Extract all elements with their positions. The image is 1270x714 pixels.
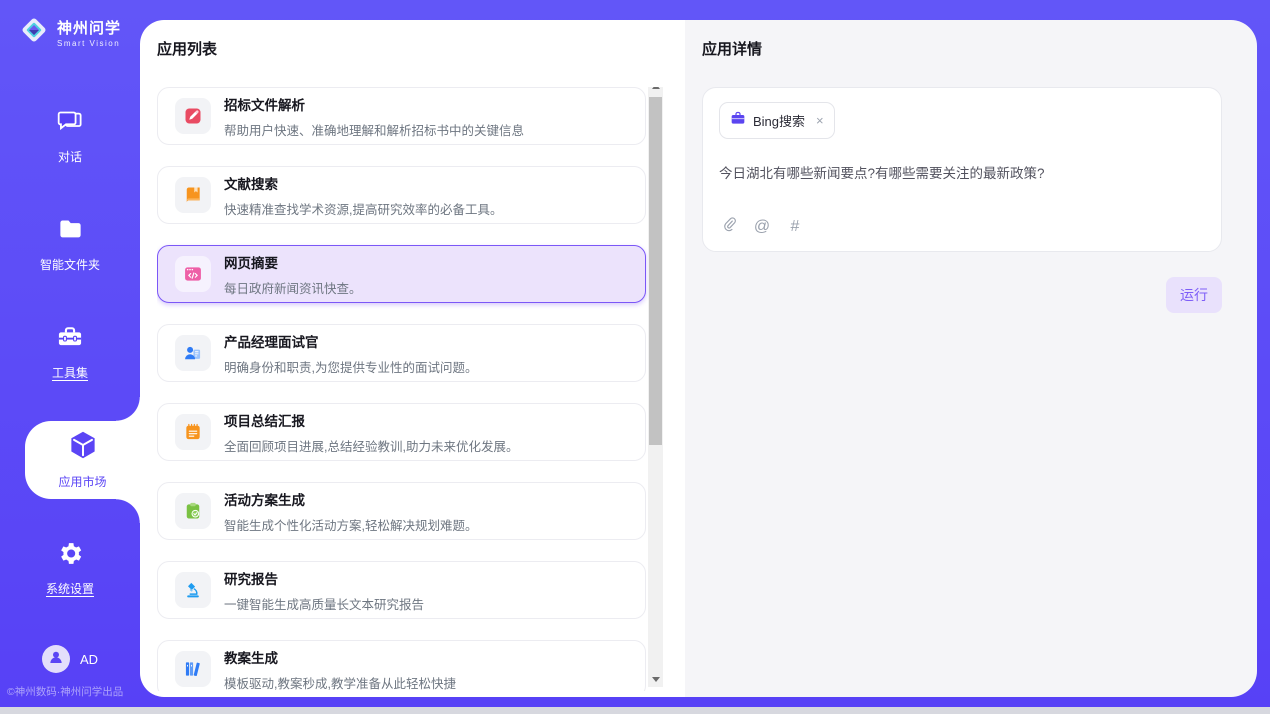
brand-name: 神州问学 xyxy=(57,17,121,38)
scrollbar-thumb[interactable] xyxy=(649,97,662,445)
diamond-logo-icon xyxy=(18,14,50,51)
avatar xyxy=(42,645,70,673)
scrollbar-down-arrow-icon[interactable] xyxy=(648,672,663,687)
app-card-research-report[interactable]: 研究报告 一键智能生成高质量长文本研究报告 xyxy=(157,561,646,619)
sidebar: 神州问学 Smart Vision 对话 xyxy=(0,0,140,707)
scrollbar-up-arrow-icon[interactable] xyxy=(648,87,663,94)
browser-code-icon xyxy=(175,256,211,292)
app-name: 教案生成 xyxy=(224,647,456,667)
app-card-bid-document-analysis[interactable]: 招标文件解析 帮助用户快速、准确地理解和解析招标书中的关键信息 xyxy=(157,87,646,145)
folder-icon xyxy=(57,216,84,248)
sidebar-item-toolkit[interactable]: 工具集 xyxy=(0,313,140,391)
toolbox-icon xyxy=(56,323,84,356)
app-list-title: 应用列表 xyxy=(157,38,685,59)
list-scrollbar[interactable] xyxy=(648,87,663,687)
app-name: 项目总结汇报 xyxy=(224,410,518,430)
sidebar-item-label: 工具集 xyxy=(52,364,88,381)
app-list-viewport: 招标文件解析 帮助用户快速、准确地理解和解析招标书中的关键信息 xyxy=(157,87,663,691)
tool-tag-bing-search[interactable]: Bing搜索 × xyxy=(719,102,835,139)
main-content: 应用列表 招标文件解析 帮助用户快速、准确地理 xyxy=(140,20,1257,697)
sidebar-item-label: 系统设置 xyxy=(46,580,94,597)
notepad-icon xyxy=(175,414,211,450)
app-description: 明确身份和职责,为您提供专业性的面试问题。 xyxy=(224,357,477,376)
app-detail-title: 应用详情 xyxy=(702,38,1222,59)
app-list-panel: 应用列表 招标文件解析 帮助用户快速、准确地理 xyxy=(140,20,685,697)
book-icon xyxy=(175,177,211,213)
sidebar-item-chat[interactable]: 对话 xyxy=(0,97,140,175)
sidebar-nav: 对话 智能文件夹 xyxy=(0,97,140,607)
app-card-literature-search[interactable]: 文献搜索 快速精准查找学术资源,提高研究效率的必备工具。 xyxy=(157,166,646,224)
app-name: 研究报告 xyxy=(224,568,424,588)
app-detail-card: Bing搜索 × 今日湖北有哪些新闻要点?有哪些需要关注的最新政策? @ # xyxy=(702,87,1222,252)
app-description: 全面回顾项目进展,总结经验教训,助力未来优化发展。 xyxy=(224,436,518,455)
app-description: 模板驱动,教案秒成,教学准备从此轻松快捷 xyxy=(224,673,456,692)
briefcase-icon xyxy=(730,110,746,131)
books-icon xyxy=(175,651,211,687)
app-name: 文献搜索 xyxy=(224,173,502,193)
microscope-icon xyxy=(175,572,211,608)
run-button[interactable]: 运行 xyxy=(1166,277,1222,313)
copyright-text: ©神州数码·神州问学出品 xyxy=(7,684,123,699)
app-card-event-plan[interactable]: 活动方案生成 智能生成个性化活动方案,轻松解决规划难题。 xyxy=(157,482,646,540)
app-name: 产品经理面试官 xyxy=(224,331,477,351)
interviewer-icon xyxy=(175,335,211,371)
brand-subtitle: Smart Vision xyxy=(57,39,121,48)
sidebar-item-label: 应用市场 xyxy=(58,473,106,490)
chat-icon xyxy=(57,108,84,140)
app-window: 神州问学 Smart Vision 对话 xyxy=(0,0,1270,707)
brand-logo: 神州问学 Smart Vision xyxy=(0,0,140,51)
app-detail-panel: 应用详情 Bing搜索 × 今日湖北有哪些新闻要点?有哪些需要关注的最新政策? xyxy=(685,20,1257,697)
sidebar-item-app-market[interactable]: 应用市场 xyxy=(25,421,140,499)
edit-document-icon xyxy=(175,98,211,134)
sidebar-item-settings[interactable]: 系统设置 xyxy=(0,529,140,607)
app-card-pm-interviewer[interactable]: 产品经理面试官 明确身份和职责,为您提供专业性的面试问题。 xyxy=(157,324,646,382)
hash-icon[interactable]: # xyxy=(786,218,804,236)
gear-icon xyxy=(57,540,84,572)
paperclip-icon[interactable] xyxy=(720,216,738,238)
cube-icon xyxy=(68,430,98,465)
user-account[interactable]: AD xyxy=(0,645,140,673)
app-description: 每日政府新闻资讯快查。 xyxy=(224,278,362,297)
sidebar-item-label: 对话 xyxy=(58,148,82,165)
avatar-person-icon xyxy=(47,648,65,671)
app-description: 帮助用户快速、准确地理解和解析招标书中的关键信息 xyxy=(224,120,524,139)
run-row: 运行 xyxy=(702,277,1222,313)
app-card-web-summary[interactable]: 网页摘要 每日政府新闻资讯快查。 xyxy=(157,245,646,303)
app-name: 网页摘要 xyxy=(224,252,362,272)
app-name: 活动方案生成 xyxy=(224,489,477,509)
question-text[interactable]: 今日湖北有哪些新闻要点?有哪些需要关注的最新政策? xyxy=(719,164,1205,184)
sidebar-item-label: 智能文件夹 xyxy=(40,256,100,273)
app-description: 一键智能生成高质量长文本研究报告 xyxy=(224,594,424,613)
app-card-lesson-plan[interactable]: 教案生成 模板驱动,教案秒成,教学准备从此轻松快捷 xyxy=(157,640,646,691)
attachment-toolbar: @ # xyxy=(720,216,804,238)
close-icon[interactable]: × xyxy=(816,113,824,128)
clipboard-check-icon xyxy=(175,493,211,529)
at-icon[interactable]: @ xyxy=(753,218,771,236)
user-initials: AD xyxy=(80,652,98,667)
sidebar-item-smart-folder[interactable]: 智能文件夹 xyxy=(0,205,140,283)
app-name: 招标文件解析 xyxy=(224,94,524,114)
app-cards: 招标文件解析 帮助用户快速、准确地理解和解析招标书中的关键信息 xyxy=(157,87,646,691)
tool-tag-label: Bing搜索 xyxy=(753,111,805,130)
app-description: 快速精准查找学术资源,提高研究效率的必备工具。 xyxy=(224,199,502,218)
app-card-project-summary[interactable]: 项目总结汇报 全面回顾项目进展,总结经验教训,助力未来优化发展。 xyxy=(157,403,646,461)
app-description: 智能生成个性化活动方案,轻松解决规划难题。 xyxy=(224,515,477,534)
